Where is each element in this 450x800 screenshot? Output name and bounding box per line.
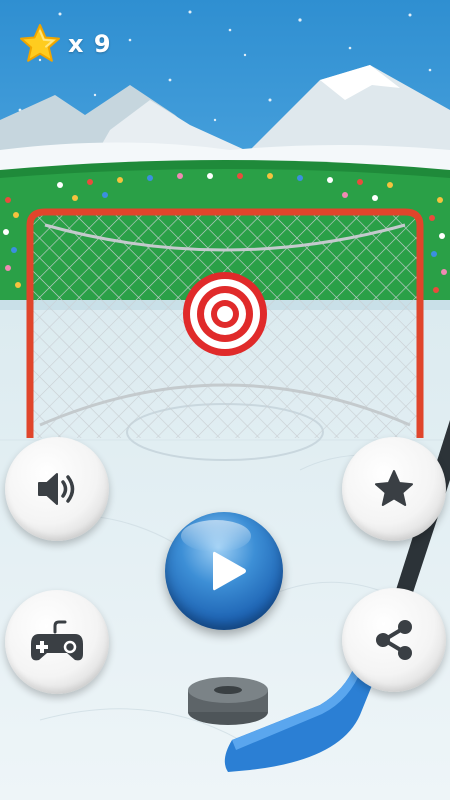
play-icon — [213, 551, 246, 591]
sound-button[interactable] — [5, 437, 109, 541]
share-icon — [376, 620, 412, 660]
target-icon — [183, 272, 267, 356]
rate-button[interactable] — [342, 437, 446, 541]
speaker-icon — [38, 473, 75, 505]
star-icon — [20, 24, 60, 62]
star-counter: x 9 — [18, 22, 112, 66]
share-button[interactable] — [342, 588, 446, 692]
star-icon — [375, 470, 413, 506]
star-count: x 9 — [68, 30, 112, 58]
gamepad-icon — [31, 620, 83, 661]
more-games-button[interactable] — [5, 590, 109, 694]
hockey-puck — [188, 677, 268, 725]
play-button[interactable] — [165, 512, 283, 630]
